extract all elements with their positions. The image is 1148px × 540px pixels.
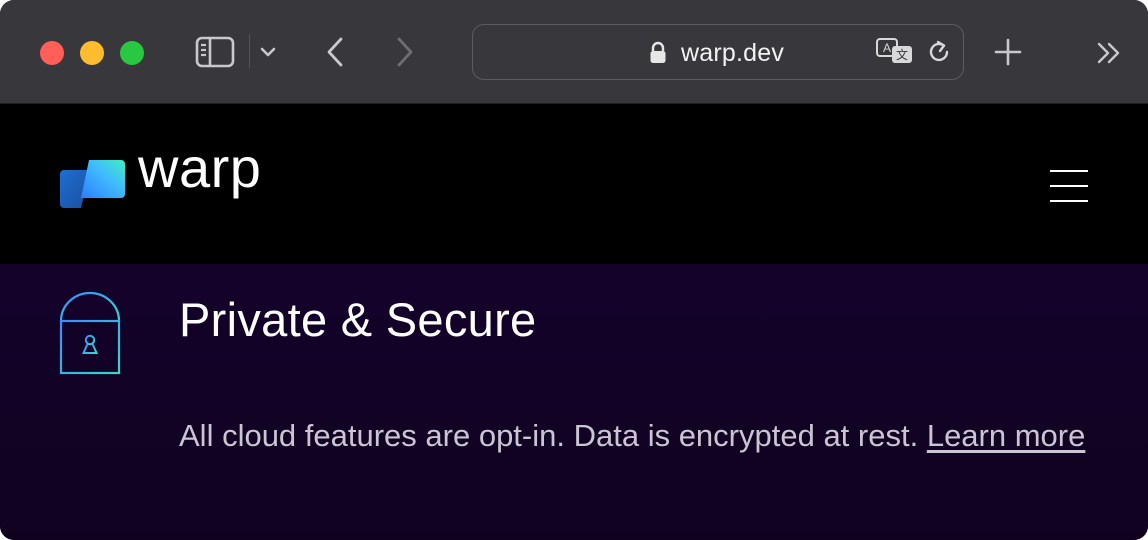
padlock-icon <box>58 291 122 382</box>
toolbar-divider <box>249 34 250 68</box>
url-text[interactable]: warp.dev <box>681 39 784 68</box>
menu-bar <box>1050 185 1088 187</box>
hamburger-menu-icon[interactable] <box>1050 168 1088 204</box>
feature-description-text: All cloud features are opt-in. Data is e… <box>179 418 927 453</box>
logo-text[interactable]: warp <box>138 140 261 196</box>
plus-icon[interactable] <box>990 33 1026 71</box>
sidebar-icon[interactable] <box>194 34 236 70</box>
forward-arrow-icon[interactable] <box>390 33 420 71</box>
menu-bar <box>1050 200 1088 202</box>
zoom-window-button[interactable] <box>120 41 144 65</box>
translate-icon[interactable]: A 文 <box>875 37 915 67</box>
browser-window: warp.dev A 文 warp Private & Secure All c… <box>0 0 1148 540</box>
learn-more-link[interactable]: Learn more <box>927 418 1086 453</box>
lock-icon <box>649 41 667 70</box>
feature-section: Private & Secure All cloud features are … <box>0 264 1148 540</box>
site-header: warp <box>0 104 1148 264</box>
svg-text:文: 文 <box>896 47 908 62</box>
feature-title: Private & Secure <box>179 293 537 346</box>
close-window-button[interactable] <box>40 41 64 65</box>
menu-bar <box>1050 170 1088 172</box>
feature-description: All cloud features are opt-in. Data is e… <box>179 414 1099 458</box>
browser-toolbar: warp.dev A 文 <box>0 0 1148 104</box>
reload-icon[interactable] <box>925 37 953 67</box>
svg-text:A: A <box>883 41 891 55</box>
chevron-down-icon[interactable] <box>256 38 280 66</box>
address-bar[interactable]: warp.dev A 文 <box>472 24 964 80</box>
double-chevron-right-icon[interactable] <box>1092 38 1126 68</box>
back-arrow-icon[interactable] <box>320 33 350 71</box>
minimize-window-button[interactable] <box>80 41 104 65</box>
warp-logo-icon[interactable] <box>58 158 128 215</box>
